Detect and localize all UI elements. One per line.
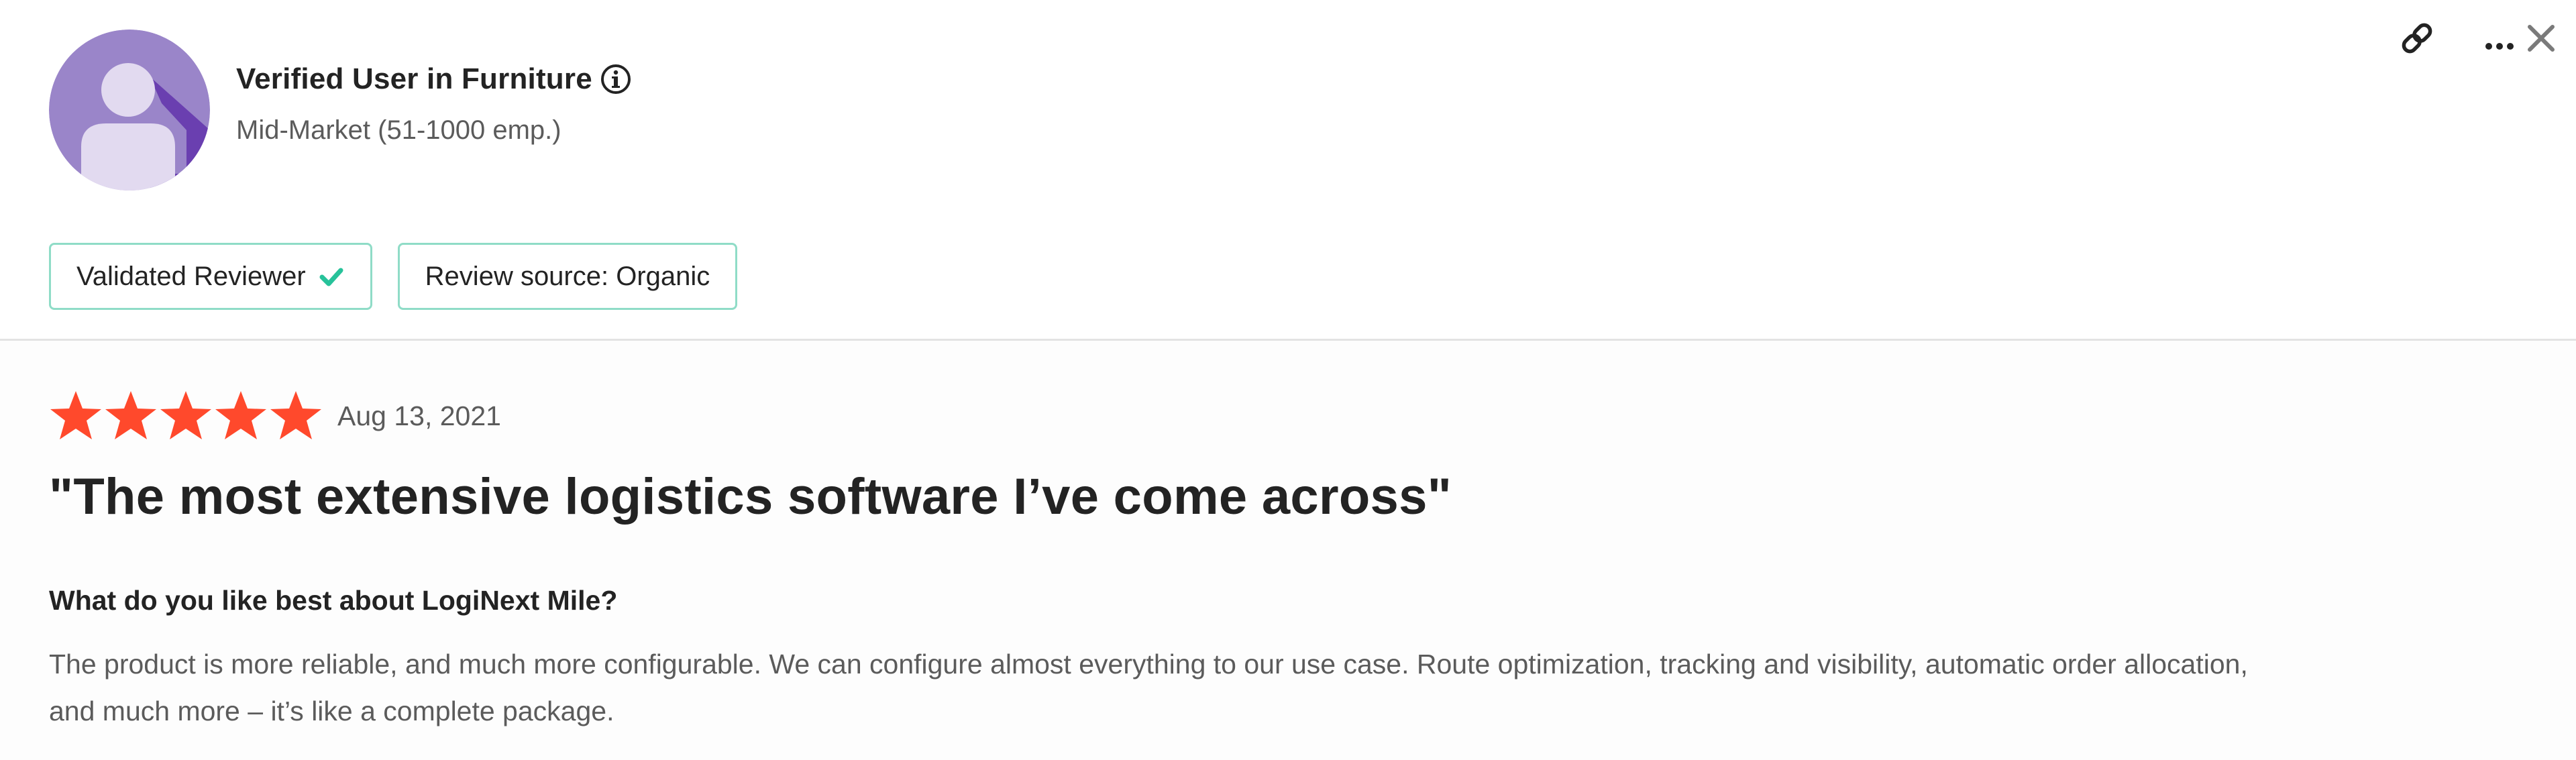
star-rating (49, 389, 324, 443)
reviewer-name-row: Verified User in Furniture (236, 58, 633, 101)
info-circle-icon[interactable] (599, 62, 633, 96)
star-icon (49, 389, 103, 443)
star-icon (104, 389, 158, 443)
avatar (49, 30, 210, 191)
rating-row: Aug 13, 2021 (49, 386, 501, 446)
star-icon (269, 389, 323, 443)
check-icon (318, 263, 345, 290)
review-answer-line: and much more – it’s like a complete pac… (49, 696, 614, 726)
badge-label: Review source: Organic (425, 261, 710, 291)
badge-label: Validated Reviewer (76, 261, 306, 291)
star-icon (214, 389, 268, 443)
review-card: Verified User in Furniture Mid-Market (5… (0, 0, 2576, 760)
reviewer-segment: Mid-Market (51-1000 emp.) (236, 115, 561, 145)
review-actions (2394, 15, 2561, 62)
review-answer: The product is more reliable, and much m… (49, 641, 2531, 735)
user-avatar-icon (49, 30, 210, 191)
review-question: What do you like best about LogiNext Mil… (49, 585, 618, 616)
link-icon[interactable] (2394, 15, 2440, 62)
reviewer-badges: Validated Reviewer Review source: Organi… (49, 243, 763, 310)
validated-reviewer-badge: Validated Reviewer (49, 243, 372, 310)
close-icon[interactable] (2521, 15, 2561, 62)
review-source-badge: Review source: Organic (397, 243, 738, 310)
divider (0, 339, 2576, 341)
review-date: Aug 13, 2021 (337, 400, 501, 431)
reviewer-header: Verified User in Furniture Mid-Market (5… (0, 0, 2576, 339)
ellipsis-icon[interactable] (2481, 15, 2521, 62)
star-icon (159, 389, 213, 443)
reviewer-name: Verified User in Furniture (236, 62, 592, 95)
review-answer-line: The product is more reliable, and much m… (49, 649, 2248, 680)
review-title: "The most extensive logistics software I… (49, 468, 1452, 525)
